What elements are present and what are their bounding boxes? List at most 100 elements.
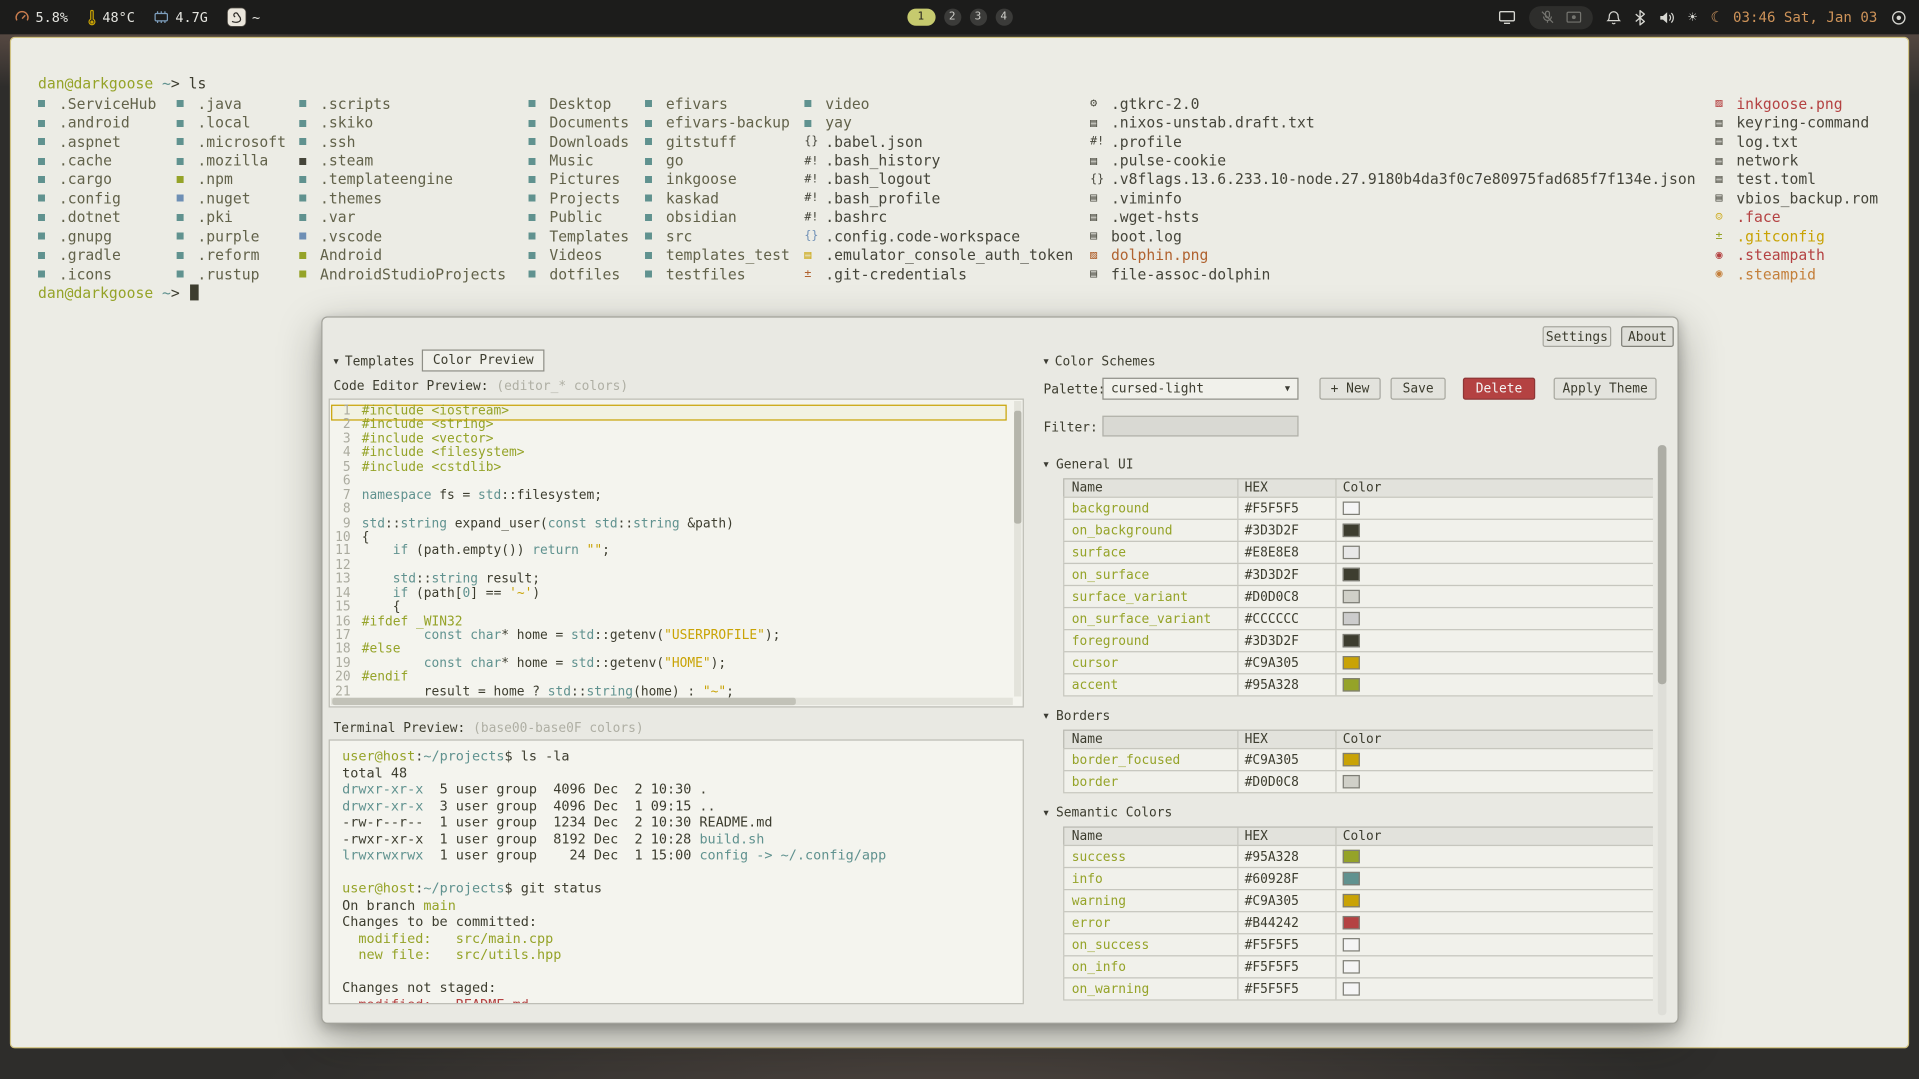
file-entry: ■yay (804, 113, 1073, 132)
file-name: .bash_history (825, 152, 940, 169)
folder-icon: ■ (299, 211, 320, 224)
file-name: .java (197, 95, 241, 112)
code-line: 14 if (path[0] == '~') (330, 587, 1023, 601)
palette-dropdown[interactable]: cursed-light ▼ (1102, 378, 1298, 400)
folder-icon: ■ (528, 116, 549, 129)
folder-icon: ■ (299, 173, 320, 186)
color-row[interactable]: warning#C9A305 (1063, 889, 1653, 912)
cpu-module[interactable]: 5.8% (15, 9, 68, 25)
folder-icon: ■ (38, 230, 59, 243)
color-row[interactable]: accent#95A328 (1063, 673, 1653, 696)
color-swatch[interactable] (1343, 590, 1360, 603)
folder-icon: ■ (177, 249, 198, 262)
tray-icon[interactable] (1891, 9, 1907, 25)
workspace-2[interactable]: 2 (944, 9, 961, 26)
volume-icon[interactable] (1659, 10, 1675, 23)
about-button[interactable]: About (1621, 326, 1674, 347)
right-scrollbar[interactable] (1658, 445, 1667, 1015)
terminal-line (342, 864, 1023, 881)
save-button[interactable]: Save (1391, 378, 1446, 400)
section-toggle[interactable]: ▼General UI (1044, 452, 1653, 477)
color-row[interactable]: border_focused#C9A305 (1063, 748, 1653, 771)
tab-color-preview[interactable]: Color Preview (422, 349, 545, 371)
memory-module[interactable]: 4.7G (153, 9, 208, 25)
color-swatch[interactable] (1343, 678, 1360, 691)
folder-icon: ■ (528, 173, 549, 186)
workspace-4[interactable]: 4 (995, 9, 1012, 26)
color-schemes-toggle[interactable]: ▼ Color Schemes (1044, 354, 1156, 369)
color-swatch[interactable] (1343, 502, 1360, 515)
folder-icon: ■ (38, 192, 59, 205)
file-name: Music (549, 152, 593, 169)
file-entry: #!.bash_history (804, 151, 1073, 170)
chevron-down-icon: ▼ (1044, 808, 1049, 818)
color-row[interactable]: border#D0D0C8 (1063, 770, 1653, 793)
folder-icon: ■ (645, 230, 666, 243)
color-row[interactable]: surface#E8E8E8 (1063, 541, 1653, 564)
bluetooth-icon[interactable] (1634, 9, 1645, 25)
color-swatch[interactable] (1343, 872, 1360, 885)
display-icon[interactable] (1498, 10, 1515, 25)
code-line: 19 const char* home = std::getenv("HOME"… (330, 657, 1023, 671)
file-name: .config.code-workspace (825, 228, 1020, 245)
file-name: .ssh (320, 133, 355, 150)
color-swatch[interactable] (1343, 634, 1360, 647)
color-row[interactable]: on_warning#F5F5F5 (1063, 977, 1653, 1000)
file-entry: ■.scripts (299, 94, 506, 113)
color-swatch[interactable] (1343, 546, 1360, 559)
file-entry: ■Android (299, 246, 506, 265)
color-swatch[interactable] (1343, 850, 1360, 863)
color-row[interactable]: info#60928F (1063, 867, 1653, 890)
mic-off-icon[interactable] (1540, 10, 1555, 25)
settings-button[interactable]: Settings (1543, 326, 1612, 347)
file-name: dotfiles (549, 266, 620, 283)
delete-button[interactable]: Delete (1463, 378, 1535, 400)
file-name: .skiko (320, 114, 373, 131)
clock[interactable]: 03:46 Sat, Jan 03 (1733, 9, 1877, 26)
filter-input[interactable] (1102, 416, 1298, 437)
color-row[interactable]: on_surface#3D3D2F (1063, 563, 1653, 586)
folder-icon: ■ (804, 116, 825, 129)
goose-module[interactable]: ~ (226, 7, 260, 27)
color-row[interactable]: background#F5F5F5 (1063, 497, 1653, 520)
folder-icon: ■ (645, 116, 666, 129)
color-swatch[interactable] (1343, 894, 1360, 907)
color-row[interactable]: on_info#F5F5F5 (1063, 955, 1653, 978)
color-swatch[interactable] (1343, 568, 1360, 581)
brightness-icon[interactable]: ☀ (1688, 10, 1697, 25)
color-row[interactable]: on_success#F5F5F5 (1063, 933, 1653, 956)
color-row[interactable]: foreground#3D3D2F (1063, 629, 1653, 652)
color-row[interactable]: success#95A328 (1063, 845, 1653, 868)
color-row[interactable]: on_surface_variant#CCCCCC (1063, 607, 1653, 630)
color-swatch[interactable] (1343, 524, 1360, 537)
new-palette-button[interactable]: + New (1319, 378, 1380, 400)
apply-theme-button[interactable]: Apply Theme (1554, 378, 1657, 400)
cast-icon[interactable] (1566, 10, 1582, 23)
bell-icon[interactable] (1606, 9, 1621, 25)
section-toggle[interactable]: ▼Semantic Colors (1044, 801, 1653, 826)
color-swatch[interactable] (1343, 656, 1360, 669)
chevron-down-icon: ▼ (1044, 711, 1049, 721)
color-row[interactable]: on_background#3D3D2F (1063, 519, 1653, 542)
color-swatch[interactable] (1343, 612, 1360, 625)
terminal-preview: user@host:~/projects$ ls -latotal 48drwx… (329, 739, 1024, 1004)
color-swatch[interactable] (1343, 916, 1360, 929)
color-swatch[interactable] (1343, 938, 1360, 951)
color-swatch[interactable] (1343, 982, 1360, 995)
color-row[interactable]: error#B44242 (1063, 911, 1653, 934)
file-name: .steampath (1736, 247, 1825, 264)
color-swatch[interactable] (1343, 775, 1360, 788)
templates-toggle[interactable]: ▼ Templates (334, 354, 415, 369)
color-swatch[interactable] (1343, 960, 1360, 973)
ls-column: ▨inkgoose.png▤keyring-command▤log.txt▤ne… (1715, 94, 1878, 283)
prompt-line-current: dan@darkgoose ~> (38, 284, 198, 301)
night-light-icon[interactable]: ☾ (1711, 10, 1720, 25)
color-row[interactable]: cursor#C9A305 (1063, 651, 1653, 674)
color-swatch[interactable] (1343, 753, 1360, 766)
section-toggle[interactable]: ▼Borders (1044, 704, 1653, 729)
workspace-1[interactable]: 1 (907, 9, 935, 26)
file-name: Documents (549, 114, 629, 131)
color-row[interactable]: surface_variant#D0D0C8 (1063, 585, 1653, 608)
workspace-3[interactable]: 3 (969, 9, 986, 26)
temperature-module[interactable]: 48°C (86, 9, 134, 25)
